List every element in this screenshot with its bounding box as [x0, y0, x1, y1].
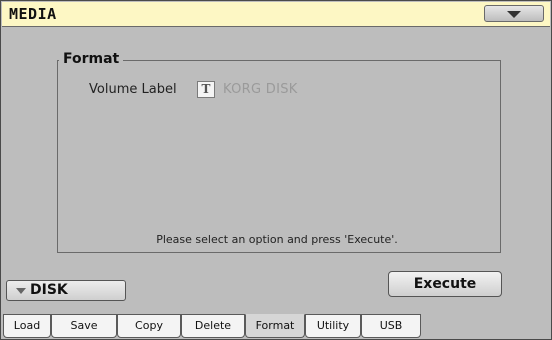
execute-button[interactable]: Execute — [388, 271, 502, 297]
status-message: Please select an option and press 'Execu… — [156, 233, 398, 246]
tab-usb[interactable]: USB — [361, 314, 421, 338]
format-group-legend: Format — [59, 51, 124, 67]
chevron-down-icon — [16, 288, 26, 294]
tab-delete[interactable]: Delete — [181, 314, 245, 338]
tab-bar: Load Save Copy Delete Format Utility USB — [3, 314, 549, 338]
media-screen: MEDIA Format Volume Label T KORG DISK Pl… — [0, 0, 552, 340]
device-select-label: DISK — [30, 282, 68, 298]
text-edit-icon[interactable]: T — [197, 81, 215, 98]
tab-format[interactable]: Format — [245, 314, 305, 338]
tab-utility[interactable]: Utility — [305, 314, 361, 338]
page-menu-button[interactable] — [484, 5, 544, 22]
chevron-down-icon — [507, 11, 521, 18]
tab-load[interactable]: Load — [3, 314, 51, 338]
volume-label-field[interactable]: KORG DISK — [223, 82, 298, 97]
tab-copy[interactable]: Copy — [117, 314, 181, 338]
device-select-button[interactable]: DISK — [6, 280, 126, 301]
page-title: MEDIA — [9, 5, 57, 23]
title-bar: MEDIA — [2, 2, 550, 27]
volume-label-caption: Volume Label — [89, 82, 177, 97]
tab-save[interactable]: Save — [51, 314, 117, 338]
